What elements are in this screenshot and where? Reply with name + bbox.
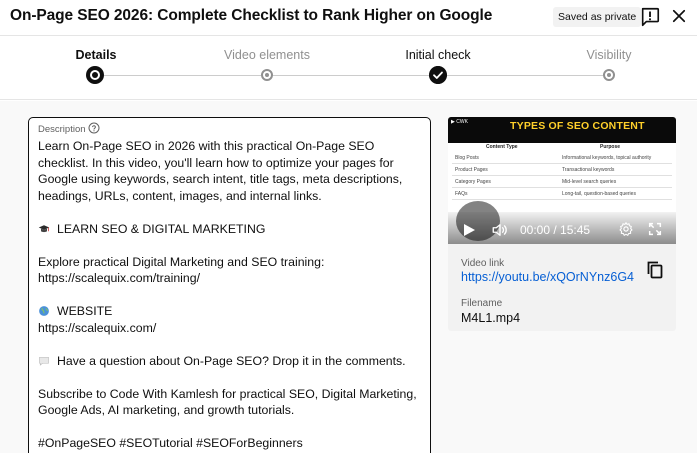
saved-status-badge: Saved as private: [553, 7, 642, 27]
globe-icon: [39, 306, 49, 317]
website-url: https://scalequix.com/: [38, 320, 157, 335]
hashtags: #OnPageSEO #SEOTutorial #SEOForBeginners: [38, 436, 303, 450]
description-paragraph: Learn On-Page SEO in 2026 with this prac…: [38, 139, 403, 203]
website-heading: WEBSITE: [57, 304, 113, 318]
step-initial-check[interactable]: Initial check: [405, 48, 470, 62]
thumbnail-col-right: Purpose: [600, 144, 621, 150]
speech-bubble-icon: [39, 356, 49, 366]
feedback-icon[interactable]: [639, 6, 661, 28]
page-title: On-Page SEO 2026: Complete Checklist to …: [10, 7, 493, 24]
thumbnail-col-left: Content Type: [486, 144, 518, 150]
step-connector: [104, 75, 261, 76]
step-visibility-indicator: [603, 69, 615, 81]
thumbnail-row: Category Pages Mid-level search queries: [452, 177, 672, 188]
learn-heading-row: LEARN SEO & DIGITAL MARKETING: [38, 221, 428, 238]
step-connector: [447, 75, 603, 76]
step-connector: [273, 75, 429, 76]
question-row: Have a question about On-Page SEO? Drop …: [38, 353, 428, 370]
website-heading-row: WEBSITE: [38, 303, 428, 320]
fullscreen-icon[interactable]: [647, 221, 663, 237]
learn-heading: LEARN SEO & DIGITAL MARKETING: [57, 221, 266, 236]
help-circle-icon[interactable]: [88, 122, 100, 134]
learn-url: https://scalequix.com/training/: [38, 271, 200, 285]
description-field[interactable]: Description Learn On-Page SEO in 2026 wi…: [28, 117, 431, 453]
thumbnail-row: FAQs Long-tail, question-based queries: [452, 189, 672, 200]
filename-label: Filename: [461, 298, 503, 309]
question-text: Have a question about On-Page SEO? Drop …: [57, 353, 406, 368]
learn-text: Explore practical Digital Marketing and …: [38, 254, 325, 269]
step-visibility[interactable]: Visibility: [587, 48, 632, 62]
volume-icon[interactable]: [491, 221, 509, 239]
thumbnail-title: TYPES OF SEO CONTENT: [510, 120, 645, 132]
graduation-cap-icon: [38, 225, 50, 232]
subscribe-text: Subscribe to Code With Kamlesh for pract…: [38, 386, 417, 418]
step-details-indicator: [86, 66, 104, 84]
upload-stepper: Details Video elements Initial check Vis…: [0, 37, 697, 100]
step-video-elements-indicator: [261, 69, 273, 81]
filename-value: M4L1.mp4: [461, 311, 521, 325]
thumbnail-logo: ▶ CWK: [451, 119, 468, 125]
video-link-label: Video link: [461, 258, 505, 269]
thumbnail-row: Product Pages Transactional keywords: [452, 165, 672, 176]
settings-gear-icon[interactable]: [618, 221, 634, 237]
copy-icon[interactable]: [647, 261, 663, 279]
description-text: Learn On-Page SEO in 2026 with this prac…: [38, 138, 428, 452]
video-preview-card: ▶ CWK TYPES OF SEO CONTENT Content Type …: [448, 117, 676, 331]
play-icon[interactable]: [462, 223, 476, 237]
video-time: 00:00 / 15:45: [520, 223, 591, 237]
video-player[interactable]: ▶ CWK TYPES OF SEO CONTENT Content Type …: [448, 117, 676, 244]
step-details[interactable]: Details: [76, 48, 117, 62]
thumbnail-row: Blog Posts Informational keywords, topica…: [452, 153, 672, 164]
header-bar: On-Page SEO 2026: Complete Checklist to …: [0, 0, 697, 36]
close-icon[interactable]: [670, 7, 688, 25]
video-link[interactable]: https://youtu.be/xQOrNYnz6G4: [461, 270, 634, 284]
step-video-elements[interactable]: Video elements: [224, 48, 310, 62]
checkmark-icon: [429, 66, 447, 84]
description-label: Description: [38, 124, 86, 135]
